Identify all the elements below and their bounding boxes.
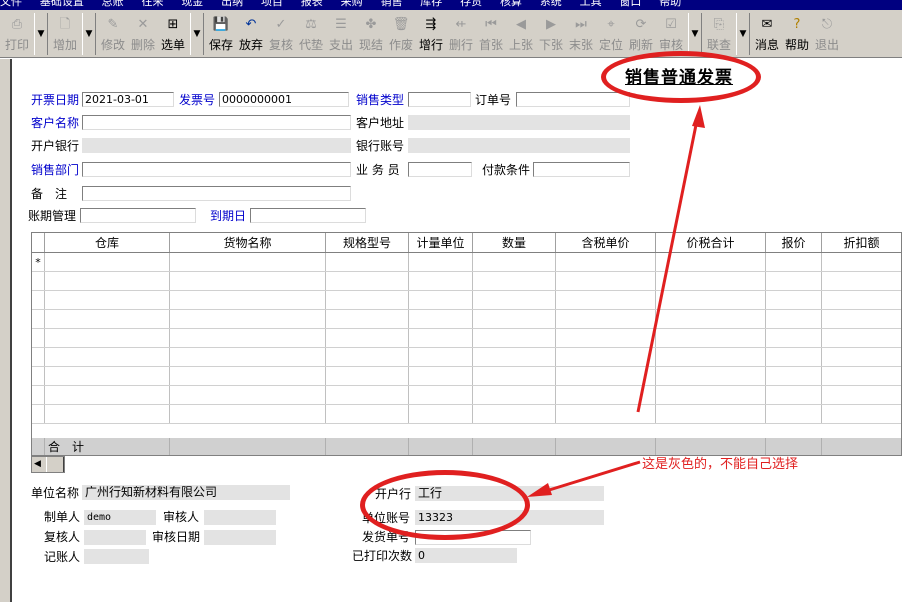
annotation-arrow-title	[636, 114, 700, 413]
annotation-arrows	[527, 105, 705, 497]
annotation-arrowhead-title	[692, 105, 705, 128]
annotation-arrowhead-bank	[527, 483, 552, 497]
annotation-note: 这是灰色的，不能自己选择	[642, 457, 799, 472]
